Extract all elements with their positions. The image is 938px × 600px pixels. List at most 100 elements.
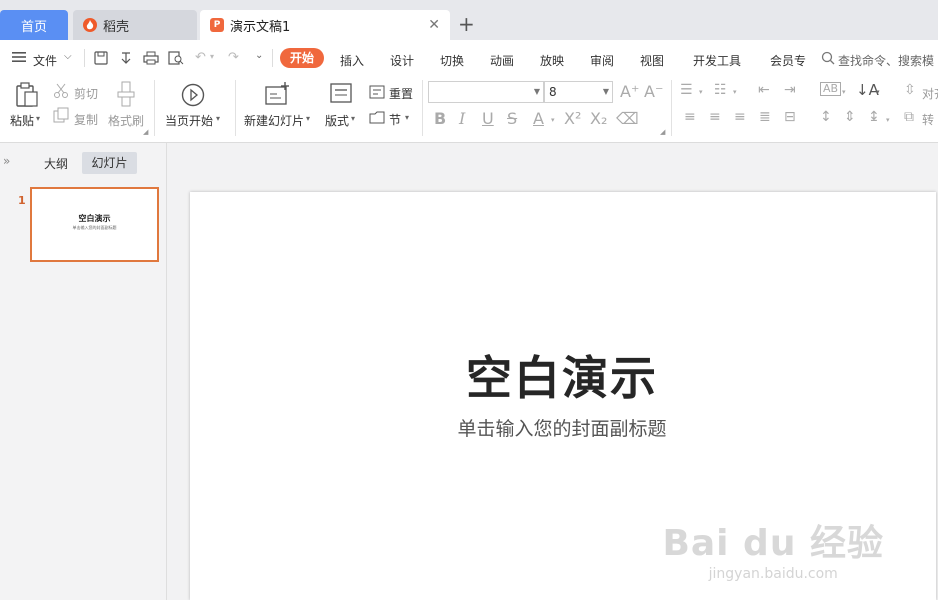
tab-slides[interactable]: 幻灯片 [82,152,137,174]
paste-dropdown-icon[interactable]: ▾ [36,114,40,123]
new-slide-button[interactable]: 新建幻灯片 [244,112,304,129]
chevron-down-icon[interactable]: ⌵ [64,51,72,62]
menu-bar: 文件 ⌵ ↶ ▾ ↷ ⌄ 开始 插入 设计 切换 动画 放映 审阅 视图 开发工… [0,40,938,76]
close-icon[interactable]: ✕ [428,17,440,33]
bullet-list-icon[interactable]: ☰ [680,82,693,98]
menu-view[interactable]: 视图 [640,52,664,69]
print-preview-icon[interactable] [168,51,184,68]
text-box-dropdown-icon[interactable]: ▾ [842,88,846,96]
text-box-ab-icon[interactable]: AB [820,82,842,96]
menu-developer[interactable]: 开发工具 [693,52,741,69]
bullet-dropdown-icon[interactable]: ▾ [699,88,703,96]
reset-button[interactable]: 重置 [389,85,413,102]
align-center-icon[interactable]: ≡ [709,109,721,125]
paragraph-spacing-icon[interactable]: ⇕ [844,109,856,125]
numbered-dropdown-icon[interactable]: ▾ [733,88,737,96]
menu-animation[interactable]: 动画 [490,52,514,69]
line-spacing-options-icon[interactable]: ↨ [868,109,880,125]
new-tab-plus-icon[interactable]: + [458,14,475,34]
menu-insert[interactable]: 插入 [340,52,364,69]
hamburger-menu-icon[interactable] [12,51,26,66]
layout-icon[interactable] [330,83,352,106]
menu-review[interactable]: 审阅 [590,52,614,69]
section-icon[interactable] [369,110,385,127]
dialog-launcher-icon[interactable]: ◢ [143,128,148,136]
menu-design[interactable]: 设计 [390,52,414,69]
reset-icon[interactable] [369,85,385,102]
undo-icon[interactable]: ↶ [195,50,206,65]
search-command-input[interactable]: 查找命令、搜索模 [838,52,934,69]
superscript-icon[interactable]: X² [564,109,581,128]
print-icon[interactable] [143,51,159,68]
align-left-icon[interactable]: ≡ [684,109,696,125]
line-spacing-icon[interactable]: ↕ [820,109,832,125]
play-dropdown-icon[interactable]: ▾ [216,114,220,123]
decrease-indent-icon[interactable]: ⇤ [758,82,770,98]
align-text-icon[interactable]: ⇳ [904,82,916,98]
section-dropdown-icon[interactable]: ▾ [405,113,409,122]
tab-outline[interactable]: 大纲 [44,155,68,172]
redo-icon[interactable]: ↷ [228,50,239,65]
slide-thumbnail[interactable]: 空白演示 单击输入您的封面副标题 [30,187,159,262]
undo-dropdown-icon[interactable]: ▾ [210,52,214,61]
paste-button[interactable]: 粘贴 [10,112,34,129]
new-slide-icon[interactable] [265,82,291,109]
play-from-current-button[interactable]: 当页开始 [165,112,213,129]
align-text-button[interactable]: 对齐 [922,85,938,102]
font-color-icon[interactable]: A [533,109,544,128]
bold-icon[interactable]: B [434,109,446,128]
export-pdf-icon[interactable] [119,51,133,68]
cut-button[interactable]: 剪切 [74,85,98,102]
divider [235,80,236,136]
section-button[interactable]: 节 [389,111,401,128]
menu-start[interactable]: 开始 [280,48,324,68]
search-icon[interactable] [821,51,835,68]
line-spacing-dropdown-icon[interactable]: ▾ [886,116,890,124]
sort-dropdown-icon[interactable]: ▾ [876,88,880,96]
tab-bar: 首页 稻壳 P 演示文稿1 ✕ + [0,0,938,40]
font-name-select[interactable]: ▼ [428,81,544,103]
font-size-select[interactable]: 8 ▼ [544,81,613,103]
layout-dropdown-icon[interactable]: ▾ [351,114,355,123]
numbered-list-icon[interactable]: ☷ [714,82,727,98]
watermark-brand: Bai du 经验 [662,523,884,564]
expand-panel-icon[interactable]: » [3,154,10,168]
dialog-launcher-icon[interactable]: ◢ [660,128,665,136]
underline-icon[interactable]: U [482,109,494,128]
save-icon[interactable] [94,51,108,68]
strikethrough-icon[interactable]: S [507,109,517,128]
tab-home[interactable]: 首页 [0,10,68,40]
tab-document[interactable]: P 演示文稿1 ✕ [200,10,450,40]
distribute-icon[interactable]: ⊟ [784,109,796,125]
tab-document-label: 演示文稿1 [230,19,291,35]
increase-indent-icon[interactable]: ⇥ [784,82,796,98]
font-color-dropdown-icon[interactable]: ▾ [551,116,555,124]
slide-subtitle[interactable]: 单击输入您的封面副标题 [190,414,934,441]
subscript-icon[interactable]: X₂ [590,109,607,128]
play-circle-icon[interactable] [181,83,205,110]
menu-file[interactable]: 文件 [33,52,57,69]
thumbnail-subtitle: 单击输入您的封面副标题 [72,225,117,230]
menu-slideshow[interactable]: 放映 [540,52,564,69]
copy-button[interactable]: 复制 [74,111,98,128]
menu-member[interactable]: 会员专 [770,52,806,69]
increase-font-icon[interactable]: A⁺ [620,82,639,101]
slide-canvas[interactable]: 空白演示 单击输入您的封面副标题 Bai du 经验 jingyan.baidu… [190,192,936,600]
slide-title[interactable]: 空白演示 [190,342,934,408]
tab-docer-label: 稻壳 [103,19,130,35]
tab-docer[interactable]: 稻壳 [73,10,197,40]
convert-button[interactable]: 转 [922,111,934,128]
italic-icon[interactable]: I [459,109,465,128]
format-painter-button[interactable]: 格式刷 [108,112,144,129]
ribbon-toolbar: 粘贴 ▾ 剪切 复制 格式刷 ◢ 当页开始 ▾ 新建幻灯片 ▾ 版式 ▾ 重置 … [0,76,938,143]
new-slide-dropdown-icon[interactable]: ▾ [306,114,310,123]
clear-format-eraser-icon[interactable]: ⌫ [616,109,639,128]
align-right-icon[interactable]: ≡ [734,109,746,125]
menu-transition[interactable]: 切换 [440,52,464,69]
convert-icon[interactable]: ⧉ [904,109,914,125]
decrease-font-icon[interactable]: A⁻ [644,82,663,101]
layout-button[interactable]: 版式 [325,112,349,129]
justify-icon[interactable]: ≣ [759,109,771,125]
customize-toolbar-icon[interactable]: ⌄ [255,50,263,61]
paste-icon[interactable] [14,82,40,111]
